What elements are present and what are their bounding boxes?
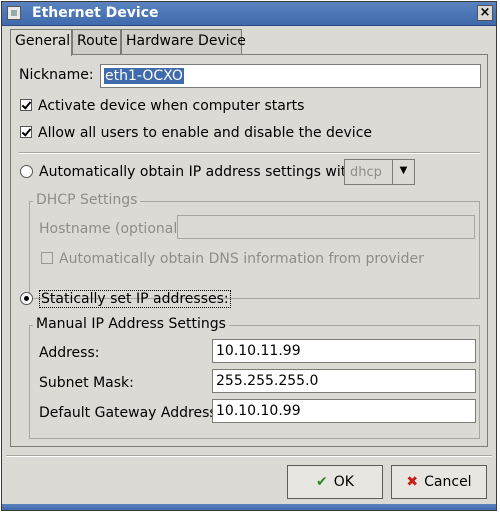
tab-route[interactable]: Route xyxy=(72,29,121,54)
allow-users-checkbox[interactable] xyxy=(20,126,32,138)
auto-ip-label: Automatically obtain IP address settings… xyxy=(39,164,360,180)
static-ip-radio-row[interactable]: Statically set IP addresses: xyxy=(20,290,231,308)
chevron-down-icon[interactable]: ▼ xyxy=(392,160,414,184)
auto-ip-radio-row[interactable]: Automatically obtain IP address settings… xyxy=(20,164,360,180)
ip-protocol-value: dhcp xyxy=(350,165,382,180)
separator xyxy=(19,152,480,154)
tab-general[interactable]: General xyxy=(10,29,72,56)
subnet-mask-label: Subnet Mask: xyxy=(39,375,134,391)
static-ip-label: Statically set IP addresses: xyxy=(39,290,231,308)
activate-label: Activate device when computer starts xyxy=(38,98,305,114)
allow-users-checkbox-row[interactable]: Allow all users to enable and disable th… xyxy=(20,125,372,141)
gateway-input[interactable]: 10.10.10.99 xyxy=(212,399,476,423)
cancel-button[interactable]: ✖ Cancel xyxy=(391,465,487,499)
auto-ip-radio[interactable] xyxy=(20,165,33,178)
auto-dns-label: Automatically obtain DNS information fro… xyxy=(59,251,424,267)
nickname-label: Nickname: xyxy=(19,67,94,83)
ethernet-device-dialog: Ethernet Device × General Route Hardware… xyxy=(1,1,497,511)
gateway-label: Default Gateway Address: xyxy=(39,405,222,421)
window-title: Ethernet Device xyxy=(32,5,159,21)
window-bottom-border xyxy=(2,504,496,510)
auto-dns-checkbox[interactable] xyxy=(41,252,53,264)
ip-protocol-combo[interactable]: dhcp ▼ xyxy=(344,159,415,185)
check-icon: ✔ xyxy=(316,474,328,490)
window-menu-icon[interactable] xyxy=(7,6,21,20)
tab-notebook: General Route Hardware Device Nickname: … xyxy=(10,29,488,447)
button-separator xyxy=(6,455,492,457)
address-input[interactable]: 10.10.11.99 xyxy=(212,339,476,363)
ok-label: OK xyxy=(333,474,354,490)
subnet-mask-input[interactable]: 255.255.255.0 xyxy=(212,369,476,393)
title-bar[interactable]: Ethernet Device × xyxy=(2,2,496,26)
ok-button[interactable]: ✔ OK xyxy=(287,465,383,499)
static-ip-radio[interactable] xyxy=(20,292,33,305)
nickname-input[interactable]: eth1-OCXO xyxy=(100,64,481,88)
activate-checkbox[interactable] xyxy=(20,99,32,111)
tab-hardware-device[interactable]: Hardware Device xyxy=(121,29,246,54)
hostname-input[interactable] xyxy=(177,215,475,239)
nickname-value: eth1-OCXO xyxy=(104,68,184,84)
close-button[interactable]: × xyxy=(477,5,493,21)
activate-checkbox-row[interactable]: Activate device when computer starts xyxy=(20,98,304,114)
allow-users-label: Allow all users to enable and disable th… xyxy=(38,125,373,141)
cancel-label: Cancel xyxy=(424,474,472,490)
general-panel: Nickname: eth1-OCXO Activate device when… xyxy=(10,54,488,447)
hostname-label: Hostname (optional): xyxy=(39,221,188,237)
auto-dns-checkbox-row[interactable]: Automatically obtain DNS information fro… xyxy=(41,251,424,267)
address-label: Address: xyxy=(39,345,100,361)
dhcp-settings-title: DHCP Settings xyxy=(33,192,141,208)
manual-ip-title: Manual IP Address Settings xyxy=(33,316,229,332)
x-icon: ✖ xyxy=(406,474,419,490)
